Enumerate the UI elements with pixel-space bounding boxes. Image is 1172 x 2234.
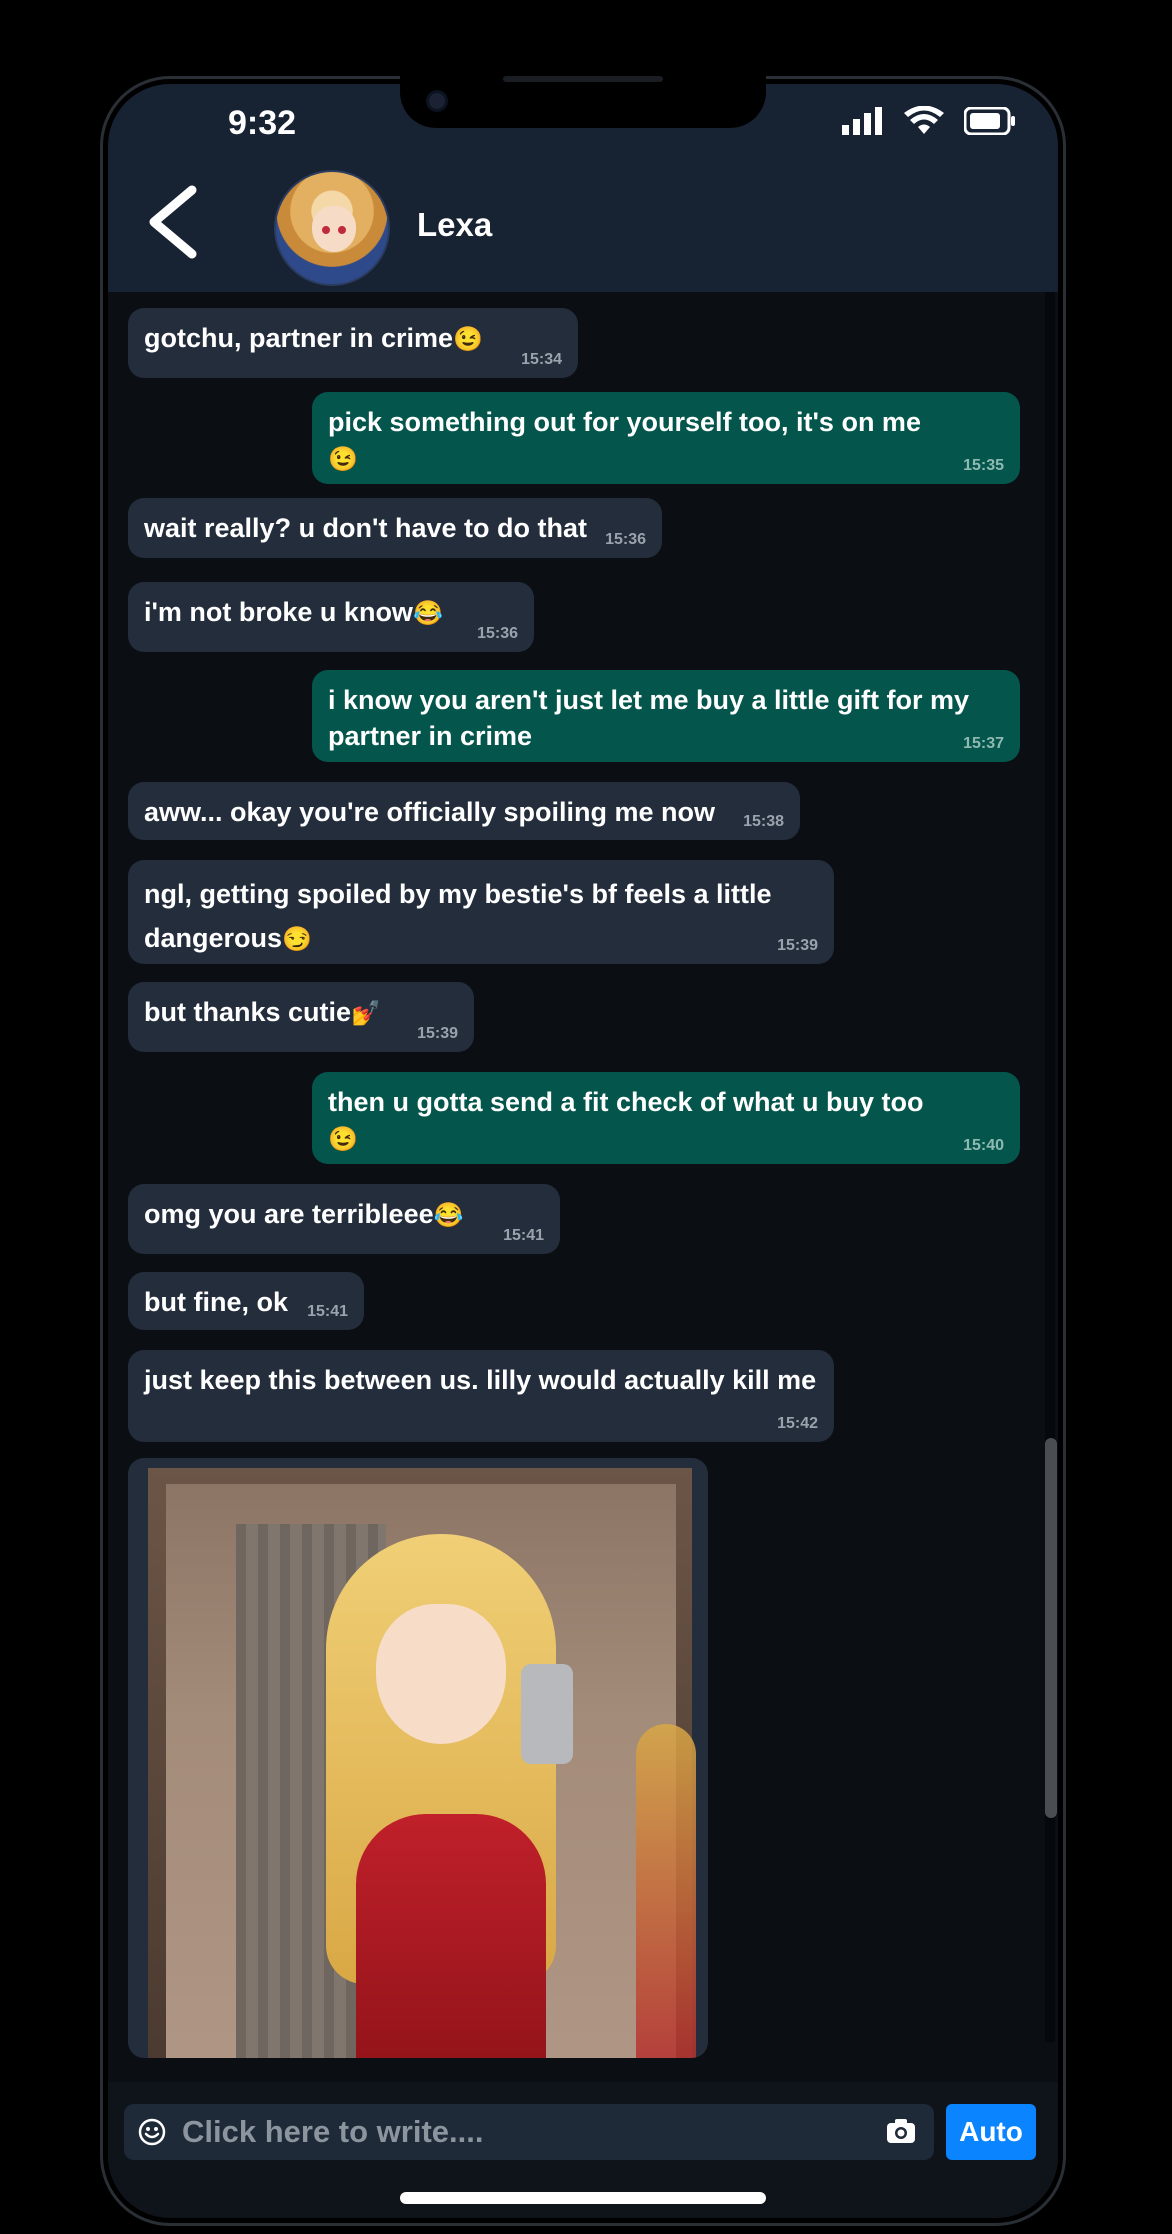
message-bubble-outgoing[interactable]: pick something out for yourself too, it'…: [312, 392, 1020, 484]
avatar-face: [312, 206, 356, 252]
status-icons: [842, 106, 1016, 136]
home-indicator[interactable]: [400, 2192, 766, 2204]
camera-icon[interactable]: [886, 2118, 916, 2144]
message-time: 15:37: [963, 735, 1004, 752]
message-text: i'm not broke u know: [144, 597, 413, 627]
message-bubble-incoming[interactable]: i'm not broke u know😂 15:36: [128, 582, 534, 652]
message-time: 15:36: [477, 625, 518, 642]
battery-icon: [964, 107, 1015, 135]
nail-polish-emoji-icon: 💅: [351, 999, 381, 1027]
message-time: 15:41: [503, 1227, 544, 1244]
message-time: 15:35: [963, 457, 1004, 474]
message-bubble-incoming[interactable]: but fine, ok 15:41: [128, 1272, 364, 1330]
screen: 9:32 Lexa gotchu, partner in crime😉 15:3…: [108, 84, 1058, 2218]
message-input-container[interactable]: [124, 2104, 934, 2160]
message-time: 15:36: [605, 531, 646, 548]
message-time: 15:34: [521, 351, 562, 368]
message-bubble-incoming[interactable]: aww... okay you're officially spoiling m…: [128, 782, 800, 840]
laughing-emoji-icon: 😂: [412, 599, 443, 627]
back-arrow-icon[interactable]: [142, 184, 206, 260]
avatar[interactable]: [274, 170, 390, 286]
contact-name[interactable]: Lexa: [417, 206, 492, 244]
message-bubble-incoming[interactable]: gotchu, partner in crime😉 15:34: [128, 308, 578, 378]
wink-emoji-icon: 😉: [328, 445, 358, 473]
status-time: 9:32: [228, 104, 297, 142]
camera-notch: [400, 76, 766, 128]
mirror-reflection: [636, 1724, 696, 2058]
message-bubble-incoming[interactable]: but thanks cutie💅 15:39: [128, 982, 474, 1052]
message-time: 15:41: [307, 1303, 348, 1320]
message-bubble-incoming[interactable]: ngl, getting spoiled by my bestie's bf f…: [128, 860, 834, 964]
message-bubble-incoming[interactable]: wait really? u don't have to do that 15:…: [128, 498, 662, 558]
message-bubble-outgoing[interactable]: i know you aren't just let me buy a litt…: [312, 670, 1020, 762]
laughing-emoji-icon: 😂: [433, 1201, 464, 1229]
character-phone: [521, 1664, 573, 1764]
wink-emoji-icon: 😉: [453, 325, 483, 353]
front-camera: [426, 90, 448, 112]
message-time: 15:39: [777, 937, 818, 954]
character-face: [376, 1604, 506, 1744]
message-text: aww... okay you're officially spoiling m…: [144, 797, 716, 827]
message-input[interactable]: [182, 2112, 872, 2152]
avatar-eye: [322, 226, 330, 234]
earpiece: [503, 76, 663, 82]
message-text: just keep this between us. lilly would a…: [144, 1365, 817, 1395]
smiley-icon[interactable]: [138, 2118, 166, 2146]
avatar-eye: [338, 226, 346, 234]
wink-emoji-icon: 😉: [328, 1125, 358, 1153]
selfie-image: [148, 1468, 696, 2058]
message-text: pick something out for yourself too, it'…: [328, 407, 921, 437]
wifi-icon: [904, 106, 944, 134]
message-text: but thanks cutie: [144, 997, 352, 1027]
message-image-incoming[interactable]: [128, 1458, 708, 2058]
message-text: but fine, ok: [144, 1287, 288, 1317]
message-text: i know you aren't just let me buy a litt…: [328, 685, 970, 751]
message-time: 15:40: [963, 1137, 1004, 1154]
message-text: wait really? u don't have to do that: [144, 513, 587, 543]
message-time: 15:42: [777, 1415, 818, 1432]
message-text: omg you are terribleee: [144, 1199, 434, 1229]
message-time: 15:39: [417, 1025, 458, 1042]
message-text: then u gotta send a fit check of what u …: [328, 1087, 924, 1117]
mirror-frame: [166, 1484, 696, 2058]
message-text: gotchu, partner in crime: [144, 323, 454, 353]
message-bubble-incoming[interactable]: omg you are terribleee😂 15:41: [128, 1184, 560, 1254]
message-time: 15:38: [743, 813, 784, 830]
message-bubble-incoming[interactable]: just keep this between us. lilly would a…: [128, 1350, 834, 1442]
message-text: ngl, getting spoiled by my bestie's bf f…: [144, 879, 772, 953]
character-dress: [356, 1814, 546, 2058]
smirk-emoji-icon: 😏: [282, 925, 312, 953]
signal-icon: [842, 107, 882, 135]
message-list[interactable]: gotchu, partner in crime😉 15:34 pick som…: [108, 272, 1058, 2082]
auto-button[interactable]: Auto: [946, 2104, 1036, 2160]
message-bubble-outgoing[interactable]: then u gotta send a fit check of what u …: [312, 1072, 1020, 1164]
scrollbar-thumb[interactable]: [1045, 1438, 1057, 1818]
